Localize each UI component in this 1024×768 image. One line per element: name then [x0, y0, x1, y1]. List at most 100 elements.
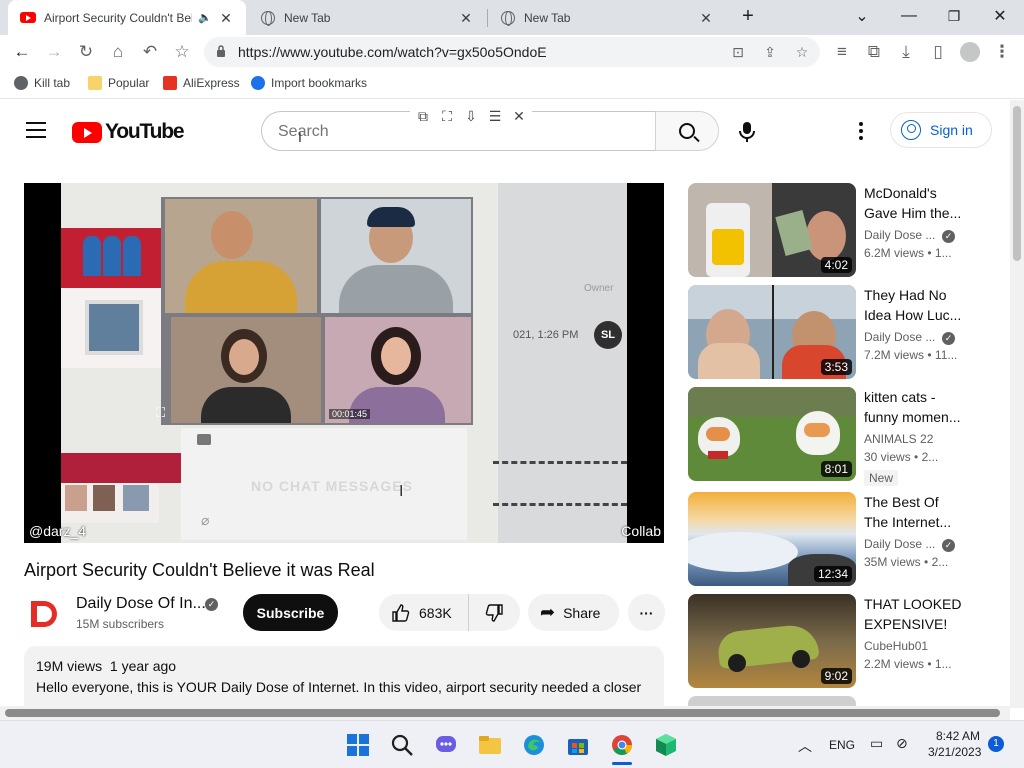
close-icon[interactable]: ✕	[510, 105, 528, 127]
bookmark-star-icon[interactable]: ☆	[168, 38, 196, 66]
recommendation-item[interactable]: 8:01 kitten cats - funny momen... ANIMAL…	[688, 387, 1008, 486]
reading-list-icon[interactable]: ≡	[828, 38, 856, 66]
video-player[interactable]: Owner 021, 1:26 PM SL 00:01:45 NO CHAT M…	[24, 183, 664, 543]
download-icon[interactable]: ⇩	[462, 105, 480, 127]
notification-badge[interactable]: 1	[988, 736, 1004, 752]
star-icon[interactable]: ☆	[792, 42, 812, 62]
recommendation-title[interactable]: The Best Of The Internet...	[864, 492, 964, 532]
sign-in-button[interactable]: Sign in	[890, 112, 992, 148]
fullscreen-icon[interactable]: ⛶	[438, 105, 456, 127]
microphone-icon[interactable]	[738, 121, 756, 143]
crop-icon[interactable]: ⧉	[860, 38, 888, 66]
video-owner-text: Owner	[584, 283, 614, 294]
views-label: 6.2M views	[864, 246, 925, 260]
recommendation-title[interactable]: kitten cats - funny momen...	[864, 387, 964, 427]
description-text: Hello everyone, this is YOUR Daily Dose …	[36, 679, 642, 695]
edge-icon[interactable]	[522, 733, 546, 757]
settings-menu-icon[interactable]	[858, 122, 864, 140]
tab-new-2[interactable]: New Tab ✕	[488, 0, 726, 35]
like-button[interactable]: 683K	[379, 594, 469, 631]
recommendation-title[interactable]: THAT LOOKED EXPENSIVE!	[864, 594, 964, 634]
age-label: 1...	[934, 657, 952, 671]
more-actions-button[interactable]: ···	[628, 594, 665, 631]
video-thumbnail[interactable]: 4:02	[688, 183, 856, 277]
pip-icon[interactable]: ⧉	[414, 105, 432, 127]
share-button[interactable]: ➦ Share	[528, 594, 619, 631]
reload-button[interactable]: ↻	[72, 38, 100, 66]
clock-time[interactable]: 8:42 AM	[936, 729, 980, 743]
recommendation-title[interactable]: McDonald's Gave Him the...	[864, 183, 964, 223]
chevron-up-icon[interactable]: ︿	[798, 736, 812, 756]
recommendation-item[interactable]: 9:02 THAT LOOKED EXPENSIVE! CubeHub01 2.…	[688, 594, 1008, 688]
channel-label: CubeHub01	[864, 639, 929, 653]
recommendation-item[interactable]: 3:53 They Had No Idea How Luc... Daily D…	[688, 285, 1008, 379]
windows-start-icon[interactable]	[346, 733, 370, 757]
chrome-icon[interactable]	[610, 733, 634, 757]
recommendation-title[interactable]: They Had No Idea How Luc...	[864, 285, 964, 325]
restore-button[interactable]: ❐	[932, 0, 976, 32]
volume-icon[interactable]: ⊘	[896, 735, 908, 752]
recommendation-channel[interactable]: Daily Dose ...	[864, 330, 935, 344]
active-app-indicator	[612, 762, 632, 765]
close-tab-icon[interactable]: ✕	[458, 10, 474, 26]
file-explorer-icon[interactable]	[478, 733, 502, 757]
clock-date[interactable]: 3/21/2023	[928, 745, 981, 759]
bookmark-kill-tab[interactable]: Kill tab	[14, 76, 70, 90]
minimize-button[interactable]: —	[887, 0, 931, 32]
bookmark-popular[interactable]: Popular	[88, 76, 149, 90]
cube-app-icon[interactable]	[654, 733, 678, 757]
dislike-button[interactable]	[469, 594, 519, 631]
vertical-scrollbar[interactable]	[1010, 100, 1024, 708]
video-thumbnail[interactable]: 8:01	[688, 387, 856, 481]
undo-icon[interactable]: ↶	[136, 38, 164, 66]
tab-new-1[interactable]: New Tab ✕	[248, 0, 486, 35]
video-thumbnail[interactable]: 9:02	[688, 594, 856, 688]
close-window-button[interactable]: ✕	[978, 0, 1022, 32]
share-icon[interactable]: ⇪	[760, 42, 780, 62]
download-icon[interactable]: ⤓	[892, 38, 920, 66]
search-icon[interactable]	[390, 733, 414, 757]
recommendation-channel[interactable]: Daily Dose ...	[864, 228, 935, 242]
recommendation-item[interactable]: 12:34 The Best Of The Internet... Daily …	[688, 492, 1008, 586]
new-tab-button[interactable]: +	[726, 0, 770, 32]
chat-icon[interactable]	[434, 733, 458, 757]
video-overlay-collab: Collab	[621, 523, 661, 539]
tab-search-button[interactable]: ⌄	[840, 0, 884, 32]
description-box[interactable]: 19M views 1 year ago Hello everyone, thi…	[24, 646, 664, 708]
verified-icon: ✓	[942, 539, 955, 552]
close-tab-icon[interactable]: ✕	[218, 10, 234, 26]
profile-icon[interactable]	[956, 38, 984, 66]
close-tab-icon[interactable]: ✕	[698, 10, 714, 26]
tab-youtube[interactable]: Airport Security Couldn't Bel 🔈 ✕	[8, 0, 246, 35]
forward-button[interactable]: →	[40, 38, 68, 66]
video-thumbnail[interactable]: 12:34	[688, 492, 856, 586]
home-button[interactable]: ⌂	[104, 38, 132, 66]
recommendation-item[interactable]: 4:02 McDonald's Gave Him the... Daily Do…	[688, 183, 1008, 277]
channel-label: ANIMALS 22	[864, 432, 934, 446]
back-button[interactable]: ←	[8, 38, 36, 66]
channel-name[interactable]: Daily Dose Of In...	[76, 595, 206, 613]
network-icon[interactable]: ▭	[870, 735, 883, 752]
side-panel-icon[interactable]: ▯	[924, 38, 952, 66]
subscribe-button[interactable]: Subscribe	[243, 594, 338, 631]
recommendation-channel[interactable]: CubeHub01	[864, 639, 928, 653]
address-bar[interactable]: https://www.youtube.com/watch?v=gx50o5On…	[204, 37, 820, 67]
store-icon[interactable]	[566, 733, 590, 757]
install-app-icon[interactable]: ⊡	[728, 42, 748, 62]
youtube-logo[interactable]: YouTube	[72, 120, 185, 144]
hamburger-menu-icon[interactable]	[26, 122, 46, 138]
recommendation-channel[interactable]: ANIMALS 22	[864, 432, 933, 446]
bookmark-label: Import bookmarks	[271, 76, 368, 90]
list-icon[interactable]: ☰	[486, 105, 504, 127]
recommendation-channel[interactable]: Daily Dose ...	[864, 537, 935, 551]
language-indicator[interactable]: ENG	[829, 738, 855, 752]
menu-icon[interactable]: ⋮	[988, 38, 1016, 66]
video-thumbnail[interactable]: 3:53	[688, 285, 856, 379]
bookmark-import[interactable]: Import bookmarks	[251, 76, 367, 90]
bookmark-aliexpress[interactable]: AliExpress	[163, 76, 240, 90]
speaker-icon[interactable]: 🔈	[198, 11, 212, 24]
channel-avatar[interactable]	[24, 594, 64, 634]
expand-icon: ⛶	[156, 405, 166, 420]
search-button[interactable]	[655, 111, 719, 151]
horizontal-scrollbar[interactable]	[0, 706, 1010, 720]
